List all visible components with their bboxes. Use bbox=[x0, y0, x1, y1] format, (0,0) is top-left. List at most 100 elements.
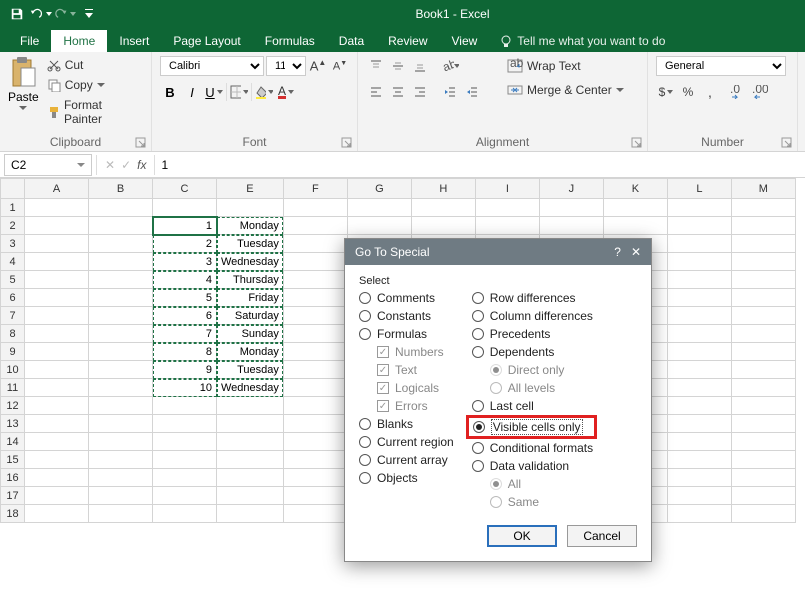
row-header[interactable]: 15 bbox=[1, 451, 25, 469]
cell[interactable] bbox=[539, 199, 603, 217]
align-left-icon[interactable] bbox=[366, 82, 386, 102]
cell[interactable] bbox=[411, 217, 475, 235]
cell[interactable] bbox=[25, 343, 89, 361]
cell[interactable]: 9 bbox=[153, 361, 217, 379]
cell[interactable] bbox=[731, 469, 795, 487]
cell[interactable] bbox=[217, 469, 284, 487]
cell[interactable] bbox=[217, 397, 284, 415]
qat-customize-icon[interactable] bbox=[78, 3, 100, 25]
cell[interactable] bbox=[667, 307, 731, 325]
radio-current-array[interactable]: Current array bbox=[359, 453, 454, 467]
cell[interactable] bbox=[89, 253, 153, 271]
cell[interactable] bbox=[731, 451, 795, 469]
cell[interactable] bbox=[89, 397, 153, 415]
cell[interactable] bbox=[667, 487, 731, 505]
cell[interactable] bbox=[667, 379, 731, 397]
increase-indent-icon[interactable] bbox=[462, 82, 482, 102]
row-header[interactable]: 18 bbox=[1, 505, 25, 523]
cell[interactable] bbox=[731, 307, 795, 325]
cell[interactable]: Friday bbox=[217, 289, 284, 307]
cell[interactable] bbox=[667, 469, 731, 487]
cell[interactable] bbox=[25, 433, 89, 451]
cell[interactable] bbox=[411, 199, 475, 217]
cell[interactable] bbox=[667, 325, 731, 343]
radio-dependents[interactable]: Dependents bbox=[472, 345, 593, 359]
cell[interactable] bbox=[283, 415, 347, 433]
cell[interactable] bbox=[667, 397, 731, 415]
cell[interactable] bbox=[89, 199, 153, 217]
col-header[interactable]: C bbox=[153, 179, 217, 199]
cell[interactable] bbox=[217, 451, 284, 469]
cell[interactable] bbox=[25, 505, 89, 523]
paste-button[interactable]: Paste bbox=[8, 56, 39, 110]
cell[interactable] bbox=[667, 199, 731, 217]
cell[interactable] bbox=[347, 217, 411, 235]
radio-row-differences[interactable]: Row differences bbox=[472, 291, 593, 305]
cell[interactable] bbox=[89, 271, 153, 289]
row-header[interactable]: 16 bbox=[1, 469, 25, 487]
cell[interactable] bbox=[603, 217, 667, 235]
row-header[interactable]: 6 bbox=[1, 289, 25, 307]
decrease-indent-icon[interactable] bbox=[440, 82, 460, 102]
cell[interactable]: 5 bbox=[153, 289, 217, 307]
cell[interactable] bbox=[283, 217, 347, 235]
tell-me[interactable]: Tell me what you want to do bbox=[489, 30, 675, 52]
cell[interactable]: Tuesday bbox=[217, 361, 284, 379]
font-size-select[interactable]: 11 bbox=[266, 56, 306, 76]
cell[interactable] bbox=[89, 451, 153, 469]
dialog-titlebar[interactable]: Go To Special ? ✕ bbox=[345, 239, 651, 265]
cell[interactable] bbox=[25, 253, 89, 271]
increase-font-icon[interactable]: A▲ bbox=[308, 56, 328, 76]
cell[interactable]: 3 bbox=[153, 253, 217, 271]
row-header[interactable]: 13 bbox=[1, 415, 25, 433]
cell[interactable] bbox=[89, 487, 153, 505]
radio-objects[interactable]: Objects bbox=[359, 471, 454, 485]
cell[interactable] bbox=[217, 415, 284, 433]
align-right-icon[interactable] bbox=[410, 82, 430, 102]
cell[interactable] bbox=[667, 451, 731, 469]
cell[interactable] bbox=[283, 307, 347, 325]
cell[interactable] bbox=[217, 433, 284, 451]
cell[interactable] bbox=[25, 415, 89, 433]
cell[interactable] bbox=[89, 235, 153, 253]
cell[interactable] bbox=[25, 469, 89, 487]
cell[interactable] bbox=[25, 289, 89, 307]
cell[interactable] bbox=[475, 217, 539, 235]
cell[interactable] bbox=[89, 415, 153, 433]
cell[interactable]: 4 bbox=[153, 271, 217, 289]
cell[interactable]: 8 bbox=[153, 343, 217, 361]
radio-constants[interactable]: Constants bbox=[359, 309, 454, 323]
radio-formulas[interactable]: Formulas bbox=[359, 327, 454, 341]
cell[interactable] bbox=[667, 361, 731, 379]
increase-decimal-icon[interactable]: .0 bbox=[728, 82, 748, 102]
cell[interactable] bbox=[667, 505, 731, 523]
radio-conditional-formats[interactable]: Conditional formats bbox=[472, 441, 593, 455]
radio-precedents[interactable]: Precedents bbox=[472, 327, 593, 341]
cell[interactable] bbox=[603, 199, 667, 217]
cell[interactable]: 1 bbox=[153, 217, 217, 235]
cell[interactable]: Wednesday bbox=[217, 253, 284, 271]
col-header[interactable]: A bbox=[25, 179, 89, 199]
cell[interactable] bbox=[283, 199, 347, 217]
cell[interactable] bbox=[89, 343, 153, 361]
cell[interactable]: 2 bbox=[153, 235, 217, 253]
cell[interactable] bbox=[25, 487, 89, 505]
cell[interactable] bbox=[25, 271, 89, 289]
ok-button[interactable]: OK bbox=[487, 525, 557, 547]
cell[interactable] bbox=[731, 379, 795, 397]
wrap-text-button[interactable]: ab Wrap Text bbox=[503, 56, 628, 76]
help-icon[interactable]: ? bbox=[614, 245, 621, 259]
cell[interactable] bbox=[25, 307, 89, 325]
accounting-format-icon[interactable]: $ bbox=[656, 82, 676, 102]
cell[interactable] bbox=[217, 487, 284, 505]
cell[interactable]: Sunday bbox=[217, 325, 284, 343]
close-icon[interactable]: ✕ bbox=[631, 245, 641, 259]
row-header[interactable]: 7 bbox=[1, 307, 25, 325]
cut-button[interactable]: Cut bbox=[43, 56, 143, 74]
cell[interactable] bbox=[731, 199, 795, 217]
cell[interactable] bbox=[283, 379, 347, 397]
cell[interactable] bbox=[153, 415, 217, 433]
cell[interactable] bbox=[89, 361, 153, 379]
cell[interactable] bbox=[539, 217, 603, 235]
col-header[interactable]: B bbox=[89, 179, 153, 199]
